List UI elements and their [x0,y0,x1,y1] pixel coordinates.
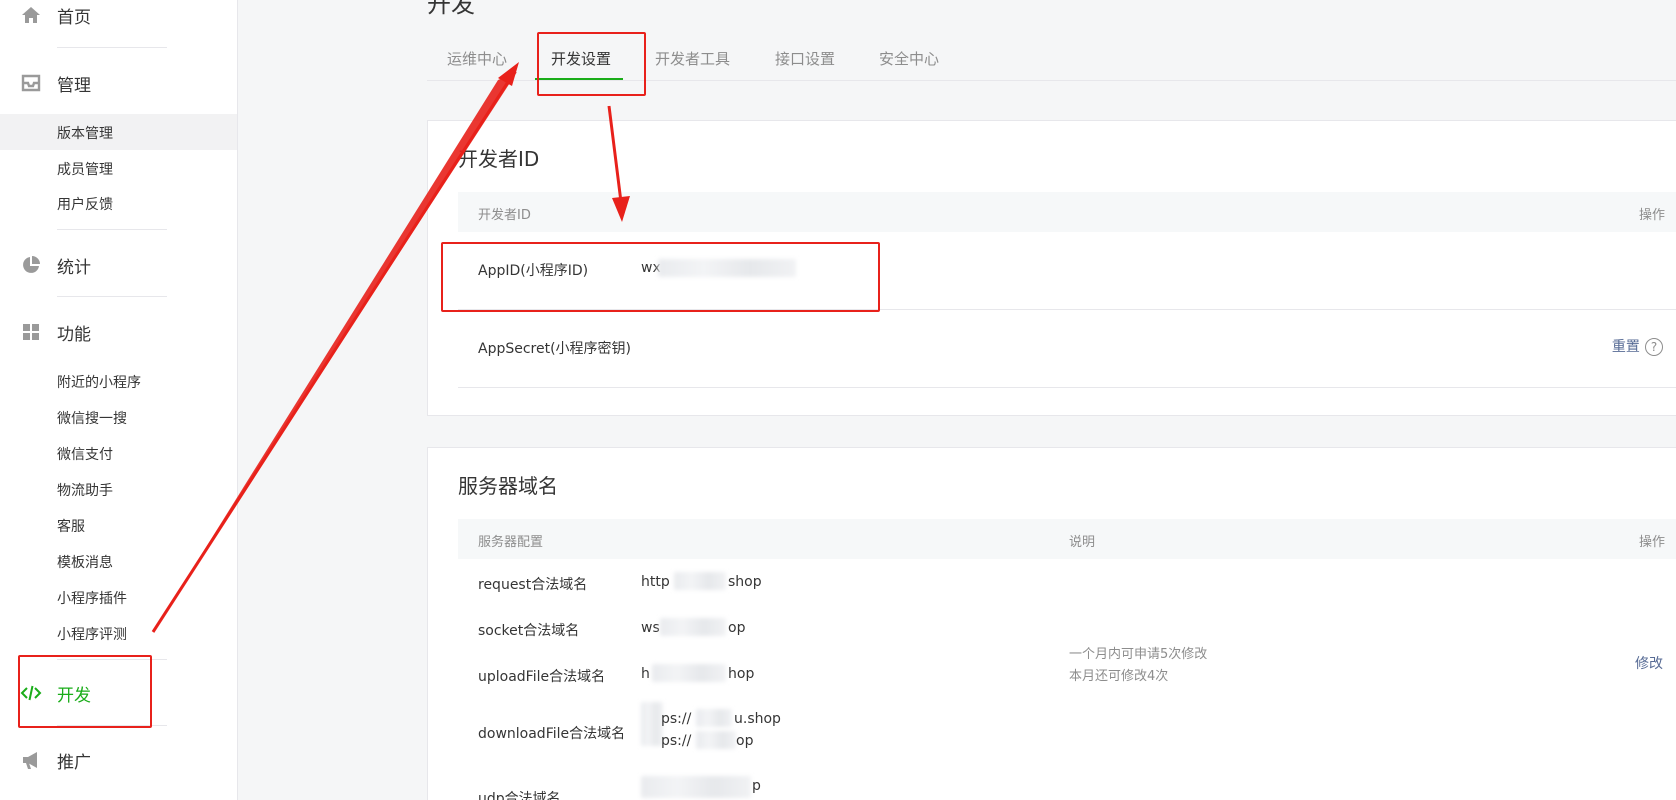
domain-value: u.shop [734,711,781,727]
server-domain-card: 服务器域名 服务器配置 说明 操作 request合法域名 http shop … [427,447,1676,800]
divider [57,229,167,230]
divider [57,296,167,297]
remaining-note: 本月还可修改4次 [1069,669,1169,684]
sidebar-item-members[interactable]: 成员管理 [0,150,237,186]
domain-value: op [728,620,746,636]
redacted-block [696,731,736,749]
tab-dev-tools[interactable]: 开发者工具 [655,48,730,69]
domain-value: ws [641,620,660,636]
pie-chart-icon [23,256,40,273]
reset-link[interactable]: 重置 [1612,339,1640,355]
card-title: 服务器域名 [458,474,558,498]
redacted-block [660,618,726,636]
domain-label: uploadFile合法域名 [478,669,606,685]
domain-value: h [641,666,650,682]
annotation-box-tab [537,32,646,96]
card-title: 开发者ID [458,147,540,171]
sidebar-item-promote[interactable]: 推广 [0,743,237,777]
sidebar-item-pay[interactable]: 微信支付 [0,435,237,471]
sidebar-item-label: 物流助手 [57,483,113,499]
domain-value: ps:// [661,733,692,749]
domain-value: p [752,778,761,794]
sidebar-item-review[interactable]: 小程序评测 [0,615,237,651]
sidebar-item-label: 推广 [57,752,91,773]
domain-label: socket合法域名 [478,623,580,639]
sidebar-item-home[interactable]: 首页 [0,0,237,32]
modify-link[interactable]: 修改 [1635,653,1663,673]
page: 首页 管理 版本管理 成员管理 用户反馈 统计 功能 附近的小程序 微信搜一搜 … [0,0,1676,800]
column-header: 服务器配置 [478,535,544,550]
sidebar-item-service[interactable]: 客服 [0,507,237,543]
redacted-block [641,776,751,798]
domain-label: downloadFile合法域名 [478,726,626,742]
domain-value: ps:// [661,711,692,727]
sidebar-item-template[interactable]: 模板消息 [0,543,237,579]
tab-ops[interactable]: 运维中心 [447,48,507,69]
annotation-box-develop [18,655,152,728]
inbox-icon [21,74,41,92]
sidebar-item-search[interactable]: 微信搜一搜 [0,399,237,435]
domain-label: udp合法域名 [478,791,561,800]
home-icon [22,7,40,23]
sidebar-item-label: 小程序评测 [57,627,127,643]
table-row-appsecret: AppSecret(小程序密钥) 重置 ? [458,310,1676,388]
sidebar-item-label: 管理 [57,75,91,96]
sidebar-item-plugin[interactable]: 小程序插件 [0,579,237,615]
redacted-block [641,702,663,746]
sidebar-item-manage[interactable]: 管理 [0,66,237,100]
table-header: 开发者ID 操作 [458,192,1676,232]
sidebar-item-label: 微信搜一搜 [57,411,127,427]
sidebar-item-label: 用户反馈 [57,197,113,213]
help-icon[interactable]: ? [1645,337,1663,356]
domain-value: hop [728,666,755,682]
sidebar-item-label: 版本管理 [57,126,113,142]
tab-security[interactable]: 安全中心 [879,48,939,69]
sidebar-item-stats[interactable]: 统计 [0,248,237,282]
sidebar-item-label: 客服 [57,519,85,535]
sidebar-item-feedback[interactable]: 用户反馈 [0,185,237,221]
annotation-box-appid [441,242,880,312]
divider [57,47,167,48]
column-header: 操作 [1638,535,1665,550]
limit-note: 一个月内可申请5次修改 [1069,647,1208,662]
sidebar-item-label: 首页 [57,7,91,28]
sidebar-item-label: 微信支付 [57,447,113,463]
column-header: 开发者ID [478,208,531,223]
table-header: 服务器配置 说明 操作 [458,519,1676,559]
domain-label: request合法域名 [478,577,588,593]
sidebar-item-label: 小程序插件 [57,591,127,607]
sidebar-item-version[interactable]: 版本管理 [0,114,237,150]
redacted-block [696,709,732,727]
column-header: 说明 [1069,535,1096,550]
column-header: 操作 [1638,208,1665,223]
grid-icon [23,324,39,340]
domain-value: op [736,733,754,749]
sidebar-item-nearby[interactable]: 附近的小程序 [0,363,237,399]
sidebar-item-logistics[interactable]: 物流助手 [0,471,237,507]
sidebar-item-features[interactable]: 功能 [0,315,237,349]
sidebar-item-label: 功能 [57,324,91,345]
sidebar-item-label: 模板消息 [57,555,113,571]
tab-api-settings[interactable]: 接口设置 [775,48,835,69]
redacted-block [674,572,726,590]
appsecret-actions: 重置 ? [1612,336,1663,356]
page-title: 开发 [427,0,475,18]
appsecret-label: AppSecret(小程序密钥) [478,341,632,357]
sidebar-item-label: 成员管理 [57,162,113,178]
domain-value: shop [728,574,762,590]
sidebar-item-label: 附近的小程序 [57,375,141,391]
sidebar-item-label: 统计 [57,257,91,278]
megaphone-icon [23,752,37,769]
domain-value: http [641,574,670,590]
redacted-block [652,664,726,682]
